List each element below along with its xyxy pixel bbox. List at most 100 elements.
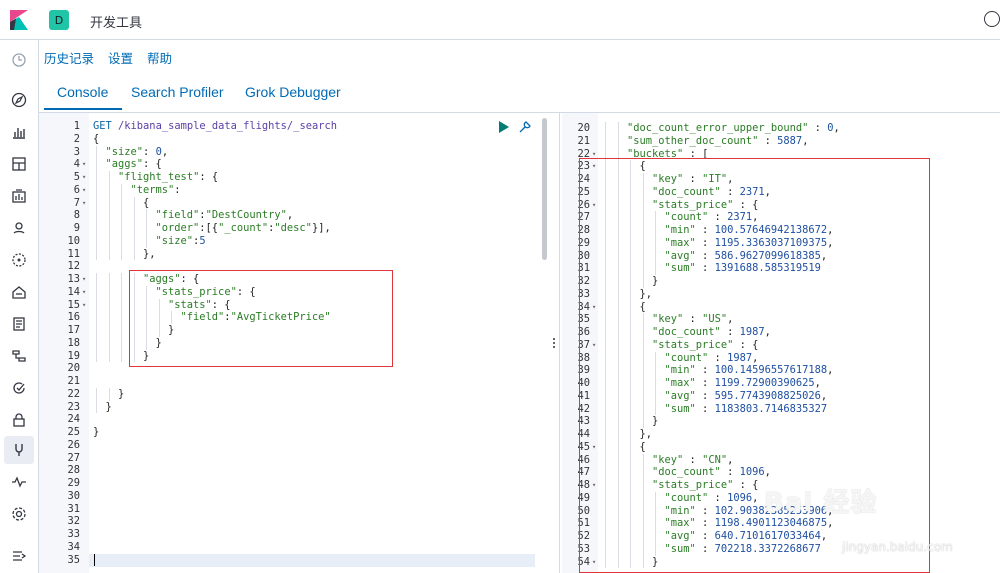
indent-guide [108,183,110,197]
fold-toggle-icon[interactable]: ▾ [592,441,596,454]
line-number: 47 [577,466,590,479]
history-link[interactable]: 历史记录 [44,51,94,66]
line-number: 1 [73,120,80,132]
code-text: "doc_count" : 1096, [602,466,771,479]
clock-icon[interactable] [11,52,27,68]
indent-guide [617,428,619,441]
indent-guide [630,173,631,186]
code-text: "min" : 100.14596557617188, [602,364,834,377]
line-number: 32 [577,275,590,287]
code-token: : [695,262,715,275]
dashboard-icon[interactable] [11,156,27,172]
indent-guide [642,211,644,224]
help-menu-icon[interactable] [984,11,1000,27]
tab-grok-debugger[interactable]: Grok Debugger [245,84,341,100]
indent-guide [642,364,644,377]
line-number: 34 [67,540,80,553]
fold-toggle-icon[interactable]: ▾ [592,148,596,161]
line-number: 24 [67,413,80,426]
line-number: 7 [73,196,80,209]
fold-toggle-icon[interactable]: ▾ [592,556,596,569]
logs-icon[interactable] [11,316,27,332]
indent-guide [605,440,606,454]
indent-guide [108,311,110,324]
line-number: 33 [67,528,80,540]
settings-link[interactable]: 设置 [108,51,133,66]
run-request-icon[interactable] [499,121,509,133]
code-token: 1096 [739,466,765,479]
indent-guide [96,311,97,324]
code-token: : { [236,285,256,298]
line-number: 16 [67,311,80,324]
request-editor-scrollbar[interactable] [542,118,547,260]
indent-guide [642,402,644,416]
code-token: , [820,249,828,262]
code-text: "field":"DestCountry", [93,209,294,222]
fold-toggle-icon[interactable]: ▾ [82,273,86,286]
monitoring-icon[interactable] [11,474,27,490]
wrench-icon[interactable] [518,120,532,134]
indent-guide [121,311,122,324]
fold-toggle-icon[interactable]: ▾ [592,199,596,212]
kibana-logo-icon[interactable] [10,10,28,30]
indent-guide [617,377,619,390]
compass-icon[interactable] [11,92,27,108]
fold-toggle-icon[interactable]: ▾ [592,301,596,314]
fold-toggle-icon[interactable]: ▾ [82,171,86,184]
request-editor[interactable]: 1 GET /kibana_sample_data_flights/_search… [39,113,546,573]
code-text: "aggs": { [93,158,162,171]
fold-toggle-icon[interactable]: ▾ [592,160,596,173]
dev-tools-icon[interactable] [11,442,27,458]
indent-guide [655,504,656,518]
maps-icon[interactable] [11,220,27,236]
fold-toggle-icon[interactable]: ▾ [82,158,86,171]
code-token: } [652,415,659,428]
tab-search-profiler[interactable]: Search Profiler [131,84,224,100]
fold-toggle-icon[interactable]: ▾ [592,479,596,492]
space-avatar[interactable]: D [49,10,69,30]
uptime-icon[interactable] [11,380,27,396]
code-token: : [808,122,828,134]
fold-toggle-icon[interactable]: ▾ [592,339,596,352]
code-token: "count" [664,351,709,364]
code-token: "_count" [218,222,269,234]
code-token: : { [733,479,759,491]
infrastructure-icon[interactable] [11,284,27,300]
code-text: "doc_count" : 1987, [602,326,771,339]
canvas-icon[interactable] [11,188,27,204]
help-link[interactable]: 帮助 [147,51,172,66]
code-token: , [814,377,821,389]
management-icon[interactable] [11,506,27,522]
fold-toggle-icon[interactable]: ▾ [82,299,86,312]
ml-icon[interactable] [11,252,27,268]
fold-toggle-icon[interactable]: ▾ [82,286,86,299]
line-number: 50 [577,504,590,517]
security-icon[interactable] [11,412,27,428]
fold-toggle-icon[interactable]: ▾ [82,197,86,210]
code-token: }, [143,247,156,260]
indent-guide [605,517,606,530]
indent-guide [630,530,631,543]
indent-guide [642,351,644,365]
fold-toggle-icon[interactable]: ▾ [82,184,86,197]
code-token: , [727,313,734,326]
line-number: 24 [577,173,590,185]
pane-resize-handle[interactable] [552,338,556,350]
bar-chart-icon[interactable] [11,124,27,140]
indent-guide [146,336,147,350]
code-token: : { [199,171,219,183]
tab-console[interactable]: Console [57,84,108,100]
indent-guide [133,311,135,324]
indent-guide [605,504,606,518]
line-number: 11 [67,247,80,260]
apm-icon[interactable] [11,348,27,364]
code-token: "sum_other_doc_count" [627,134,759,147]
indent-guide [133,336,135,350]
line-number: 30 [67,489,80,502]
line-number: 32 [67,515,80,528]
line-number: 20 [577,122,590,134]
indent-guide [642,313,644,326]
code-token: 100.57646942138672 [714,224,828,236]
indent-guide [108,209,110,222]
collapse-icon[interactable] [11,548,27,564]
